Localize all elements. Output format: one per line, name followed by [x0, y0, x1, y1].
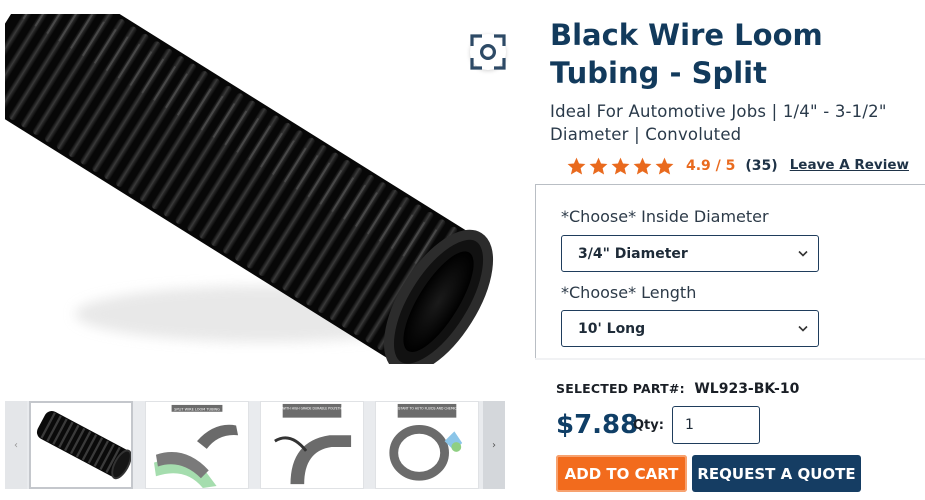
thumbnail-carousel: ‹ SPLIT WIRE LOOM TUBING MADE WITH HIGH … — [5, 401, 505, 489]
zoom-button[interactable] — [470, 34, 506, 70]
review-count[interactable]: (35) — [745, 158, 777, 174]
rating-summary: 4.9 / 5 (35) Leave A Review — [566, 155, 909, 177]
thumbnail-4[interactable]: RESISTANT TO AUTO FLUIDS AND CHEMICALS — [375, 401, 479, 489]
carousel-prev-arrow[interactable]: ‹ — [5, 401, 27, 489]
thumbnail-caption: MADE WITH HIGH GRADE DURABLE POLYETHYLEN… — [272, 406, 352, 410]
thumbnail-image-chemical-resistant: RESISTANT TO AUTO FLUIDS AND CHEMICALS — [389, 403, 463, 481]
selected-part-label: SELECTED PART#: — [556, 381, 685, 396]
wire-loom-photo — [5, 14, 494, 364]
thumbnail-image-split-loom: SPLIT WIRE LOOM TUBING — [154, 404, 239, 488]
star-icon — [567, 157, 586, 175]
thumbnail-2[interactable]: SPLIT WIRE LOOM TUBING — [145, 401, 249, 489]
length-label: *Choose* Length — [561, 283, 697, 302]
star-rating — [566, 156, 675, 177]
thumbnail-image-loom — [36, 411, 131, 480]
rating-value: 4.9 / 5 — [686, 158, 736, 174]
star-icon — [655, 157, 674, 175]
selected-part-number: SELECTED PART#: WL923-BK-10 — [556, 378, 799, 397]
diameter-select[interactable]: 3/4" Diameter — [561, 235, 819, 272]
quantity-input[interactable] — [672, 406, 760, 444]
main-product-image[interactable] — [5, 14, 520, 364]
star-icon — [611, 157, 630, 175]
thumbnail-3[interactable]: MADE WITH HIGH GRADE DURABLE POLYETHYLEN… — [260, 401, 364, 489]
request-quote-button[interactable]: REQUEST A QUOTE — [692, 455, 861, 492]
thumbnail-image-polyethylene: MADE WITH HIGH GRADE DURABLE POLYETHYLEN… — [272, 403, 352, 485]
thumbnail-1[interactable] — [29, 401, 133, 489]
length-selected-value: 10' Long — [578, 320, 646, 337]
diameter-label: *Choose* Inside Diameter — [561, 207, 769, 226]
quantity-label: Qty: — [633, 418, 664, 433]
product-price: $7.88 — [556, 410, 639, 440]
selected-part-value: WL923-BK-10 — [694, 381, 800, 397]
product-title: Black Wire Loom Tubing - Split — [550, 18, 823, 90]
thumbnail-caption: SPLIT WIRE LOOM TUBING — [174, 407, 220, 411]
thumbnail-caption: RESISTANT TO AUTO FLUIDS AND CHEMICALS — [392, 406, 463, 410]
zoom-expand-icon — [470, 34, 506, 70]
chevron-down-icon — [798, 250, 808, 257]
diameter-selected-value: 3/4" Diameter — [578, 245, 688, 262]
star-icon — [589, 157, 608, 175]
add-to-cart-button[interactable]: ADD TO CART — [556, 455, 687, 492]
star-icon — [633, 157, 652, 175]
chevron-down-icon — [798, 325, 808, 332]
product-subtitle: Ideal For Automotive Jobs | 1/4" - 3-1/2… — [550, 102, 887, 144]
length-select[interactable]: 10' Long — [561, 310, 819, 347]
carousel-next-arrow[interactable]: › — [483, 401, 505, 489]
leave-review-link[interactable]: Leave A Review — [790, 157, 909, 175]
